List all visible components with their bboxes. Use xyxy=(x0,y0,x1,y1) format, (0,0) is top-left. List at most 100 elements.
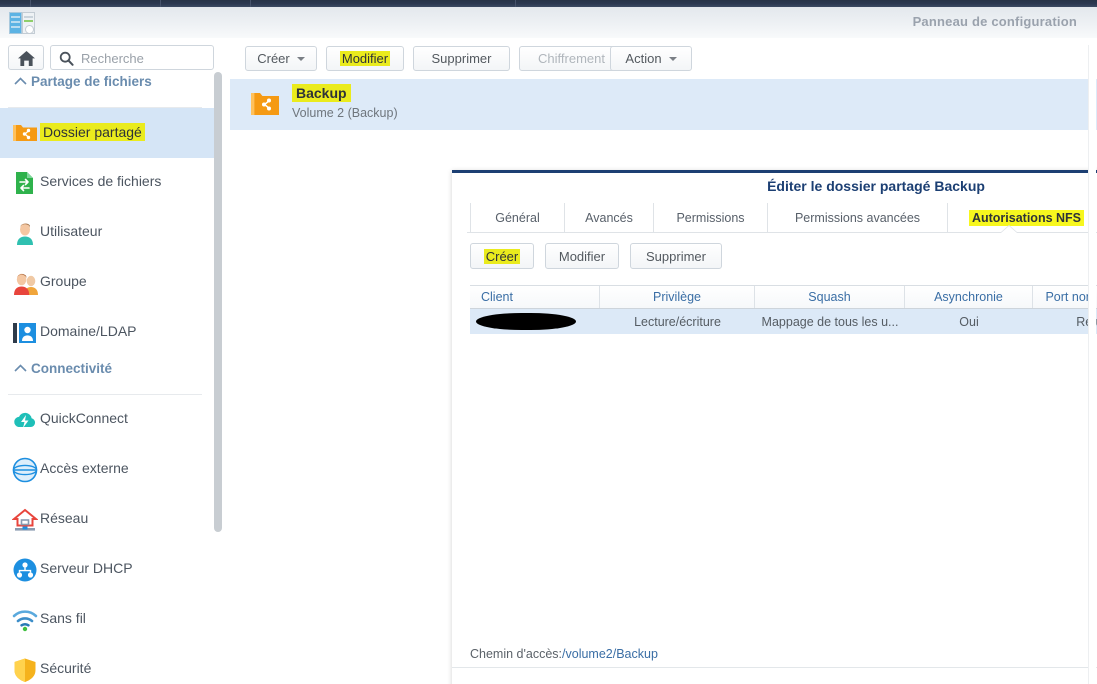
sidebar-group-label: Partage de fichiers xyxy=(31,74,152,89)
sidebar-item-acces-externe[interactable]: Accès externe xyxy=(0,445,222,495)
sidebar-item-domaine-ldap[interactable]: Domaine/LDAP xyxy=(0,308,222,358)
sidebar-item-dossier-partage[interactable]: Dossier partagé xyxy=(0,108,222,158)
footer-divider xyxy=(452,667,1097,668)
sidebar-item-label: Utilisateur xyxy=(40,223,103,239)
sidebar-item-label: Sans fil xyxy=(40,610,86,626)
grid-empty-area xyxy=(470,334,1097,684)
nfs-delete-button[interactable]: Supprimer xyxy=(630,243,722,269)
column-header-squash[interactable]: Squash xyxy=(755,286,905,308)
domain-ldap-icon xyxy=(12,320,38,346)
share-toolbar: Créer Modifier Supprimer Chiffrement Act… xyxy=(222,38,1097,75)
sidebar-group-label: Connectivité xyxy=(31,361,113,376)
sidebar-item-label: QuickConnect xyxy=(40,410,128,426)
dhcp-server-icon xyxy=(12,557,38,583)
sidebar-group-partage-de-fichiers[interactable]: Partage de fichiers xyxy=(0,71,222,108)
home-button[interactable] xyxy=(8,45,44,70)
dialog-footer: OK Annuler xyxy=(452,669,1097,684)
nfs-edit-button[interactable]: Modifier xyxy=(545,243,619,269)
sidebar-item-label: Sécurité xyxy=(40,660,92,676)
grid-header-row: Client Privilège Squash Asynchronie Port… xyxy=(470,285,1097,309)
mount-path-label: Chemin d'accès: xyxy=(470,647,563,661)
edit-button[interactable]: Modifier xyxy=(326,46,404,71)
sidebar-header xyxy=(0,38,222,71)
delete-button[interactable]: Supprimer xyxy=(413,46,510,71)
page-scrollbar[interactable] xyxy=(1088,45,1096,684)
table-row[interactable]: Lecture/écriture Mappage de tous les u..… xyxy=(470,309,1097,334)
nfs-rules-grid: Client Privilège Squash Asynchronie Port… xyxy=(470,285,1097,684)
external-access-icon xyxy=(8,457,42,483)
search-box[interactable] xyxy=(50,45,214,70)
delete-button-label: Supprimer xyxy=(431,51,492,66)
shared-folder-icon xyxy=(250,90,280,117)
search-icon xyxy=(59,51,74,66)
network-icon xyxy=(11,507,39,533)
redacted-client-value xyxy=(476,313,576,330)
home-icon xyxy=(18,51,35,66)
share-subtitle: Volume 2 (Backup) xyxy=(292,106,398,120)
main-content: Créer Modifier Supprimer Chiffrement Act… xyxy=(222,38,1097,684)
sidebar-item-services-de-fichiers[interactable]: Services de fichiers xyxy=(0,158,222,208)
cell-client xyxy=(470,309,600,334)
sidebar-item-label: Groupe xyxy=(40,273,87,289)
nfs-rule-toolbar: Créer Modifier Supprimer xyxy=(470,243,1097,269)
shared-folder-icon xyxy=(12,120,38,146)
user-icon xyxy=(12,220,38,246)
sidebar-item-label: Accès externe xyxy=(40,460,129,476)
tab-general[interactable]: Général xyxy=(470,203,565,232)
wireless-icon xyxy=(12,607,38,633)
sidebar-group-connectivite[interactable]: Connectivité xyxy=(0,358,222,395)
sidebar-item-label: Services de fichiers xyxy=(40,173,162,189)
screen: Panneau de configuration Recherche Parta… xyxy=(0,0,1097,684)
tab-avances[interactable]: Avancés xyxy=(565,203,654,232)
active-tab-indicator xyxy=(1001,226,1017,233)
sidebar-item-groupe[interactable]: Groupe xyxy=(0,258,222,308)
mount-path: Chemin d'accès:/volume2/Backup xyxy=(470,647,658,661)
control-panel-window: Panneau de configuration Recherche Parta… xyxy=(0,7,1097,684)
cell-asynchronie: Oui xyxy=(959,314,979,329)
column-header-privilege[interactable]: Privilège xyxy=(600,286,755,308)
chevron-down-icon xyxy=(296,56,305,61)
action-button[interactable]: Action xyxy=(610,46,692,71)
sidebar-scrollbar-thumb[interactable] xyxy=(214,72,222,532)
file-services-icon xyxy=(12,170,38,196)
action-button-label: Action xyxy=(625,51,662,66)
security-shield-icon xyxy=(12,657,38,683)
create-button[interactable]: Créer xyxy=(245,46,317,71)
sidebar-item-securite[interactable]: Sécurité xyxy=(0,645,222,684)
sidebar-item-reseau[interactable]: Réseau xyxy=(0,495,222,545)
sidebar-nav-list: Partage de fichiers Dossier partagé Serv… xyxy=(0,71,222,684)
sidebar-item-serveur-dhcp[interactable]: Serveur DHCP xyxy=(0,545,222,595)
window-titlebar: Panneau de configuration xyxy=(0,7,1097,39)
group-icon xyxy=(12,270,38,296)
control-panel-icon xyxy=(9,12,35,34)
tab-permissions-avancees[interactable]: Permissions avancées xyxy=(768,203,948,232)
chevron-up-icon xyxy=(14,77,27,85)
window-title: Panneau de configuration xyxy=(912,14,1077,29)
nfs-create-button[interactable]: Créer xyxy=(470,243,534,269)
sidebar: Partage de fichiers xyxy=(0,38,223,684)
sidebar-item-label: Serveur DHCP xyxy=(40,560,133,576)
sidebar-item-label: Dossier partagé xyxy=(40,123,145,141)
tab-autorisations-nfs[interactable]: Autorisations NFS xyxy=(948,203,1097,232)
sidebar-item-quickconnect[interactable]: QuickConnect xyxy=(0,395,222,445)
cell-squash: Mappage de tous les u... xyxy=(761,314,899,329)
tab-permissions[interactable]: Permissions xyxy=(654,203,768,232)
edit-button-label: Modifier xyxy=(339,51,391,66)
encryption-button-label: Chiffrement xyxy=(538,51,605,66)
column-header-asynchronie[interactable]: Asynchronie xyxy=(905,286,1033,308)
mount-path-value: /volume2/Backup xyxy=(562,647,658,661)
share-list-item[interactable]: Backup Volume 2 (Backup) xyxy=(230,79,1097,130)
search-input[interactable] xyxy=(79,49,211,68)
sidebar-item-label: Réseau xyxy=(40,510,89,526)
chevron-up-icon xyxy=(14,364,27,372)
sidebar-item-utilisateur[interactable]: Utilisateur xyxy=(0,208,222,258)
desktop-top-strip xyxy=(0,0,1097,7)
share-name: Backup xyxy=(292,84,351,102)
edit-shared-folder-dialog: Éditer le dossier partagé Backup Général… xyxy=(452,170,1097,684)
create-button-label: Créer xyxy=(257,51,290,66)
sidebar-item-sans-fil[interactable]: Sans fil xyxy=(0,595,222,645)
column-header-client[interactable]: Client xyxy=(470,286,600,308)
quickconnect-icon xyxy=(12,407,38,433)
chevron-down-icon xyxy=(668,56,677,61)
cell-privilege: Lecture/écriture xyxy=(634,314,721,329)
